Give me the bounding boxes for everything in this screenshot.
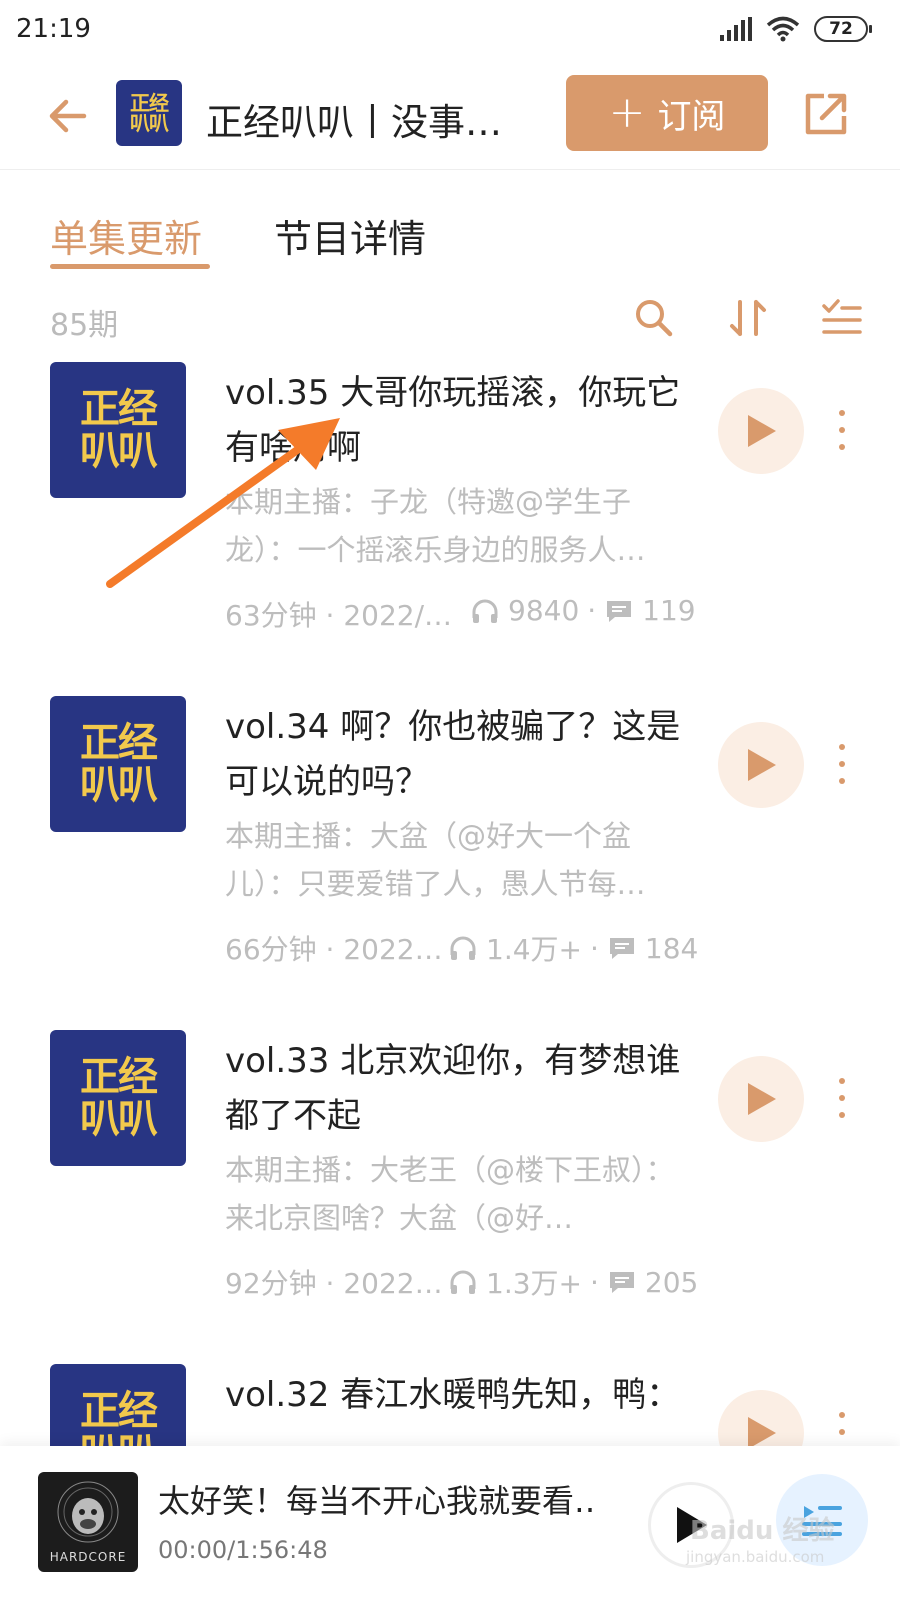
- play-icon: [748, 415, 776, 447]
- comment-count: 205: [644, 1265, 699, 1299]
- more-options-button[interactable]: [832, 744, 852, 784]
- back-button[interactable]: [44, 92, 92, 140]
- comment-count: 184: [644, 931, 699, 965]
- now-playing-time: 00:00/1:56:48: [158, 1536, 328, 1564]
- episode-stats: 9840 · 119: [470, 594, 696, 627]
- baidu-watermark-url: jingyan.baidu.com: [686, 1548, 825, 1566]
- comment-count: 119: [642, 594, 696, 627]
- episode-item[interactable]: 正经 叭叭 vol.33 北京欢迎你，有梦想谁都了不起 本期主播：大老王（@楼下…: [0, 1030, 900, 1360]
- play-count: 9840: [508, 594, 580, 627]
- active-tab-indicator: [50, 264, 210, 269]
- episode-title[interactable]: vol.35 大哥你玩摇滚，你玩它有啥用啊: [225, 366, 695, 476]
- back-arrow-icon: [49, 99, 87, 133]
- cover-text-line2: 叭叭: [80, 1432, 158, 1446]
- tab-details[interactable]: 节目详情: [274, 208, 426, 263]
- status-time: 21:19: [16, 14, 91, 44]
- play-icon: [748, 1083, 776, 1115]
- signal-icon: [720, 17, 752, 41]
- cover-text-line2: 叭叭: [130, 111, 169, 135]
- podcast-title: 正经叭叭丨没事…: [206, 101, 502, 144]
- episode-item[interactable]: 正经 叭叭 vol.32 春江水暖鸭先知，鸭：: [0, 1364, 900, 1446]
- episode-description: 本期主播：大老王（@楼下王叔）：来北京图啥？大盆（@好…: [225, 1153, 675, 1235]
- episode-description: 本期主播：大盆（@好大一个盆儿）：只要爱错了人，愚人节每…: [225, 819, 646, 901]
- cover-text-line1: 正经: [80, 1054, 158, 1100]
- play-icon: [748, 1417, 776, 1446]
- tab-episodes[interactable]: 单集更新: [50, 208, 202, 263]
- cover-text-line1: 正经: [130, 91, 169, 115]
- episode-title[interactable]: vol.32 春江水暖鸭先知，鸭：: [225, 1368, 695, 1423]
- wifi-icon: [766, 16, 800, 42]
- episode-cover: 正经 叭叭: [50, 696, 186, 832]
- play-button[interactable]: [718, 388, 804, 474]
- episode-title[interactable]: vol.34 啊？你也被骗了？这是可以说的吗？: [225, 700, 695, 810]
- episode-meta: 92分钟 · 2022…: [225, 1267, 443, 1300]
- episode-cover: 正经 叭叭: [50, 1030, 186, 1166]
- play-icon: [748, 749, 776, 781]
- play-button[interactable]: [718, 722, 804, 808]
- battery-indicator: 72: [814, 16, 872, 42]
- search-button[interactable]: [632, 296, 676, 340]
- now-playing-cover-text: HARDCORE: [49, 1550, 127, 1564]
- separator-dot: ·: [587, 594, 597, 627]
- play-button[interactable]: [718, 1056, 804, 1142]
- plus-icon: +: [608, 87, 646, 138]
- subscribe-label: 订阅: [657, 96, 726, 137]
- cover-text-line2: 叭叭: [80, 762, 158, 808]
- cover-text-line2: 叭叭: [80, 428, 158, 474]
- cover-text-line1: 正经: [80, 720, 158, 766]
- subscribe-button[interactable]: + 订阅: [566, 75, 768, 151]
- headphones-icon: [450, 936, 476, 960]
- more-options-button[interactable]: [832, 1412, 852, 1446]
- batch-select-button[interactable]: [820, 296, 864, 340]
- sort-button[interactable]: [726, 296, 770, 340]
- more-options-button[interactable]: [832, 410, 852, 450]
- episode-item[interactable]: 正经 叭叭 vol.35 大哥你玩摇滚，你玩它有啥用啊 本期主播：子龙（特邀@学…: [0, 362, 900, 692]
- podcast-cover[interactable]: 正经 叭叭: [116, 80, 182, 146]
- episode-meta: 66分钟 · 2022…: [225, 933, 443, 966]
- now-playing-cover[interactable]: HARDCORE: [38, 1472, 138, 1572]
- share-icon: [805, 93, 847, 135]
- cover-text-line2: 叭叭: [80, 1096, 158, 1142]
- comment-icon: [607, 600, 632, 622]
- share-button[interactable]: [800, 88, 852, 140]
- status-icons: 72: [720, 16, 872, 42]
- baidu-watermark: Baidu 经验: [690, 1516, 835, 1546]
- episode-cover: 正经 叭叭: [50, 362, 186, 498]
- headphones-icon: [472, 599, 498, 623]
- sort-icon: [730, 300, 766, 336]
- status-bar: 21:19 72: [0, 0, 900, 62]
- episode-cover: 正经 叭叭: [50, 1364, 186, 1446]
- episode-count: 85期: [50, 308, 119, 343]
- cover-text-line1: 正经: [80, 386, 158, 432]
- separator-dot: ·: [590, 931, 599, 965]
- play-count: 1.3万+: [486, 1267, 582, 1300]
- comment-icon: [609, 938, 634, 959]
- separator-dot: ·: [590, 1265, 599, 1299]
- headphones-icon: [450, 1270, 476, 1294]
- checklist-icon: [822, 299, 862, 334]
- play-button[interactable]: [718, 1390, 804, 1446]
- play-count: 1.4万+: [486, 933, 582, 966]
- episode-stats: 1.3万+ · 205: [448, 1262, 698, 1302]
- episode-description: 本期主播：子龙（特邀@学生子龙）：一个摇滚乐身边的服务人…: [225, 485, 646, 567]
- episode-meta: 63分钟 · 2022/…: [225, 599, 453, 632]
- app-header: 正经 叭叭 正经叭叭丨没事… + 订阅: [0, 62, 900, 170]
- cover-text-line1: 正经: [80, 1388, 158, 1434]
- search-icon: [636, 300, 673, 337]
- comment-icon: [609, 1272, 634, 1293]
- episode-item[interactable]: 正经 叭叭 vol.34 啊？你也被骗了？这是可以说的吗？ 本期主播：大盆（@好…: [0, 696, 900, 1026]
- more-options-button[interactable]: [832, 1078, 852, 1118]
- episode-title[interactable]: vol.33 北京欢迎你，有梦想谁都了不起: [225, 1034, 695, 1144]
- now-playing-title[interactable]: 太好笑！每当不开心我就要看…: [158, 1476, 598, 1522]
- episode-stats: 1.4万+ · 184: [448, 928, 698, 968]
